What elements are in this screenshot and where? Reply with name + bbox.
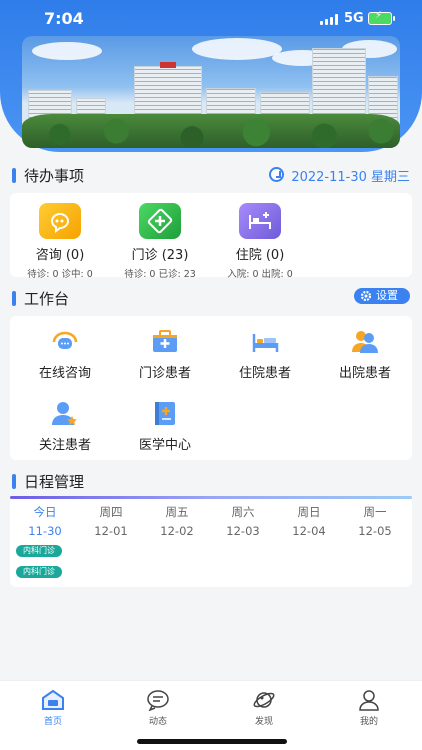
todo-inpatient-label: 住院 (0): [235, 248, 285, 263]
hospital-banner[interactable]: [22, 36, 400, 148]
ws-inpatient[interactable]: 住院患者: [215, 328, 315, 381]
date-label: 2022-11-30 星期三: [291, 170, 410, 185]
tab-discover-label: 发现: [254, 717, 273, 727]
workbench-header: 工作台 设置: [0, 287, 422, 311]
battery-icon: ⚡: [368, 10, 395, 25]
users-icon: [350, 328, 380, 354]
clock-icon: [269, 167, 285, 182]
todo-outpatient-label: 门诊 (23): [131, 248, 189, 263]
schedule-header: 日程管理: [0, 470, 422, 494]
day-name: 周四: [99, 505, 123, 519]
home-icon: [41, 689, 65, 711]
gear-icon: [360, 290, 372, 302]
day-name: 今日: [33, 505, 57, 519]
todo-card: 咨询 (0) 待诊: 0 诊中: 0 门诊 (23) 待诊: 0 已诊: 23 …: [10, 193, 412, 280]
message-icon: [146, 689, 170, 712]
todo-outpatient[interactable]: 门诊 (23) 待诊: 0 已诊: 23: [110, 203, 210, 280]
tab-home-label: 首页: [43, 717, 62, 727]
day-date: 12-04: [292, 524, 326, 538]
ws-online-consult-label: 在线咨询: [38, 366, 91, 381]
schedule-days: 今日 11-30 周四 12-01 周五 12-02 周六 12-03 周日 1…: [10, 500, 412, 540]
tab-discover[interactable]: 发现: [234, 689, 294, 727]
book-icon: [150, 400, 180, 426]
ws-inpatient-label: 住院患者: [238, 366, 291, 381]
consult-icon: [39, 203, 81, 239]
home-indicator: [137, 739, 287, 744]
workbench-title: 工作台: [24, 290, 70, 308]
todo-header: 待办事项 2022-11-30 星期三: [0, 164, 422, 188]
outpatient-icon: [139, 203, 181, 239]
day-thu[interactable]: 周四 12-01: [78, 504, 144, 538]
ws-outpatient-label: 门诊患者: [138, 366, 191, 381]
schedule-title: 日程管理: [24, 473, 85, 491]
planet-icon: [252, 689, 276, 711]
todo-outpatient-sub: 待诊: 0 已诊: 23: [124, 269, 196, 280]
chat-icon: [50, 328, 80, 354]
medical-kit-icon: [150, 328, 180, 354]
tab-feed-label: 动态: [148, 717, 167, 727]
day-sun[interactable]: 周日 12-04: [276, 504, 342, 538]
ws-outpatient[interactable]: 门诊患者: [115, 328, 215, 381]
ws-medical-center[interactable]: 医学中心: [115, 400, 215, 453]
todo-consult[interactable]: 咨询 (0) 待诊: 0 诊中: 0: [10, 203, 110, 280]
day-fri[interactable]: 周五 12-02: [144, 504, 210, 538]
day-name: 周日: [297, 505, 321, 519]
signal-icon: [320, 14, 338, 25]
status-bar: 7:04 5G ⚡: [0, 0, 422, 36]
ws-discharged-label: 出院患者: [338, 366, 391, 381]
workbench-card: 在线咨询 门诊患者 住院患者 出院患者 关注患者 医学中心: [10, 316, 412, 460]
schedule-tag[interactable]: 内科门诊: [16, 566, 62, 578]
day-date: 11-30: [28, 524, 62, 538]
day-date: 12-03: [226, 524, 260, 538]
bed-icon: [250, 328, 280, 354]
day-mon[interactable]: 周一 12-05: [342, 504, 408, 538]
settings-button[interactable]: 设置: [354, 288, 410, 304]
ws-followed-label: 关注患者: [38, 438, 91, 453]
tab-mine-label: 我的: [359, 717, 378, 727]
ws-followed[interactable]: 关注患者: [15, 400, 115, 453]
date-picker[interactable]: 2022-11-30 星期三: [269, 166, 410, 185]
tab-home[interactable]: 首页: [23, 689, 83, 727]
todo-consult-label: 咨询 (0): [35, 248, 85, 263]
todo-title: 待办事项: [24, 167, 85, 185]
ws-medical-center-label: 医学中心: [138, 438, 191, 453]
status-time: 7:04: [44, 9, 84, 28]
ws-discharged[interactable]: 出院患者: [315, 328, 415, 381]
followed-user-icon: [50, 400, 80, 426]
carousel-dots: [190, 140, 232, 144]
settings-label: 设置: [376, 289, 398, 302]
day-date: 12-05: [358, 524, 392, 538]
day-date: 12-01: [94, 524, 128, 538]
day-name: 周六: [231, 505, 255, 519]
schedule-divider: [10, 496, 412, 499]
day-today[interactable]: 今日 11-30: [12, 504, 78, 538]
day-name: 周五: [165, 505, 189, 519]
tab-feed[interactable]: 动态: [128, 689, 188, 727]
day-date: 12-02: [160, 524, 194, 538]
bed-icon: [239, 203, 281, 239]
day-name: 周一: [363, 505, 387, 519]
schedule-tag[interactable]: 内科门诊: [16, 545, 62, 557]
user-icon: [357, 689, 381, 711]
todo-consult-sub: 待诊: 0 诊中: 0: [27, 269, 93, 280]
tab-mine[interactable]: 我的: [339, 689, 399, 727]
todo-inpatient[interactable]: 住院 (0) 入院: 0 出院: 0: [210, 203, 310, 280]
day-sat[interactable]: 周六 12-03: [210, 504, 276, 538]
todo-inpatient-sub: 入院: 0 出院: 0: [227, 269, 293, 280]
network-label: 5G: [344, 11, 364, 26]
ws-online-consult[interactable]: 在线咨询: [15, 328, 115, 381]
